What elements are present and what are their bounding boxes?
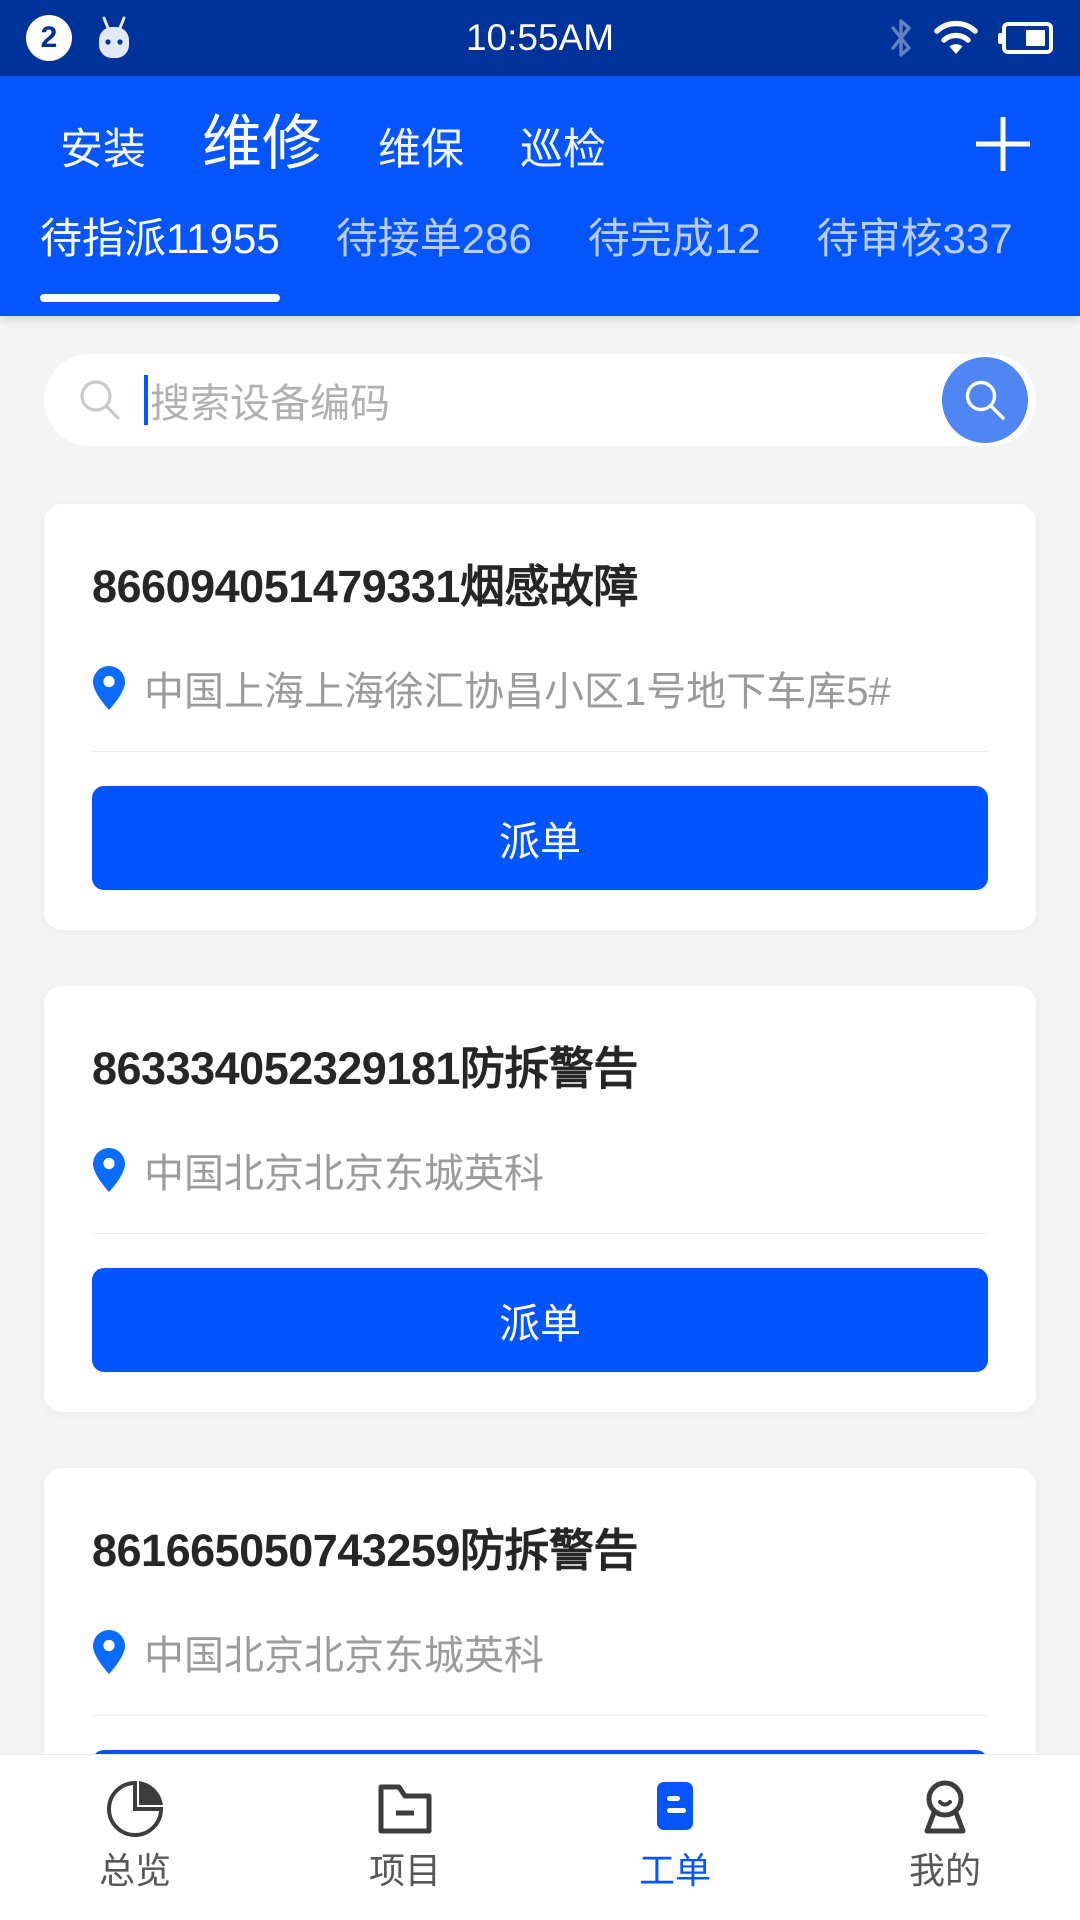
top-nav-item-inspection[interactable]: 巡检 xyxy=(520,129,606,172)
order-location-row: 中国上海上海徐汇协昌小区1号地下车库5# xyxy=(92,659,988,752)
sub-tab-pending-complete[interactable]: 待完成12 xyxy=(588,218,761,282)
app-screen: 2 10:55AM 安装 维修 维保 巡检 待指派11955 待接单286 待完… xyxy=(0,0,1080,1920)
add-button[interactable] xyxy=(960,101,1046,187)
order-title: 863334052329181防拆警告 xyxy=(92,1043,638,1094)
dispatch-button[interactable]: 派单 xyxy=(92,1268,988,1372)
main-content: 搜索设备编码 866094051479331烟感故障 中国上海上海徐汇协昌小区1… xyxy=(0,316,1080,1920)
battery-icon xyxy=(998,21,1054,55)
status-bar-right xyxy=(888,17,1054,59)
status-bar-left: 2 xyxy=(26,15,134,61)
plus-icon xyxy=(970,111,1036,177)
folder-icon xyxy=(373,1777,437,1841)
text-cursor xyxy=(144,375,148,425)
android-robot-icon xyxy=(94,16,134,60)
order-location-row: 中国北京北京东城英科 xyxy=(92,1623,988,1716)
search-input[interactable]: 搜索设备编码 xyxy=(150,371,942,429)
order-list: 866094051479331烟感故障 中国上海上海徐汇协昌小区1号地下车库5#… xyxy=(0,446,1080,1894)
bottom-nav-label: 工单 xyxy=(638,1850,711,1891)
bottom-nav-item-project[interactable]: 项目 xyxy=(270,1777,540,1889)
bottom-nav-item-overview[interactable]: 总览 xyxy=(0,1777,270,1889)
order-location-row: 中国北京北京东城英科 xyxy=(92,1141,988,1234)
top-nav: 安装 维修 维保 巡检 xyxy=(0,82,1080,206)
map-pin-icon xyxy=(92,1629,126,1675)
sub-tab-pending-review[interactable]: 待审核337 xyxy=(816,218,1012,282)
bottom-nav-item-profile[interactable]: 我的 xyxy=(810,1777,1080,1889)
status-bar: 2 10:55AM xyxy=(0,0,1080,76)
sub-tabs: 待指派11955 待接单286 待完成12 待审核337 xyxy=(0,206,1080,316)
top-nav-item-repair[interactable]: 维修 xyxy=(202,114,322,174)
sub-tab-pending-assign[interactable]: 待指派11955 xyxy=(40,218,280,302)
top-nav-items: 安装 维修 维保 巡检 xyxy=(60,114,606,174)
bottom-nav-label: 总览 xyxy=(98,1850,171,1891)
order-title: 866094051479331烟感故障 xyxy=(92,561,638,612)
dispatch-button[interactable]: 派单 xyxy=(92,786,988,890)
order-location: 中国上海上海徐汇协昌小区1号地下车库5# xyxy=(144,670,891,714)
bottom-nav-label: 我的 xyxy=(908,1850,981,1891)
person-icon xyxy=(913,1777,977,1841)
search-icon xyxy=(962,377,1008,423)
bottom-nav: 总览 项目 工单 我的 xyxy=(0,1754,1080,1920)
search-bar[interactable]: 搜索设备编码 xyxy=(44,354,1036,446)
order-location: 中国北京北京东城英科 xyxy=(144,1152,544,1196)
bluetooth-icon xyxy=(888,17,914,59)
bottom-nav-item-work-order[interactable]: 工单 xyxy=(540,1777,810,1889)
pie-chart-icon xyxy=(103,1777,167,1841)
work-order-icon xyxy=(643,1777,707,1841)
top-nav-item-install[interactable]: 安装 xyxy=(60,129,146,172)
search-section: 搜索设备编码 xyxy=(0,316,1080,446)
search-submit-button[interactable] xyxy=(942,357,1028,443)
notification-count-badge: 2 xyxy=(26,15,72,61)
map-pin-icon xyxy=(92,1147,126,1193)
bottom-nav-label: 项目 xyxy=(368,1850,441,1891)
order-title: 861665050743259防拆警告 xyxy=(92,1525,638,1576)
table-row[interactable]: 866094051479331烟感故障 中国上海上海徐汇协昌小区1号地下车库5#… xyxy=(44,504,1036,930)
table-row[interactable]: 863334052329181防拆警告 中国北京北京东城英科 派单 xyxy=(44,986,1036,1412)
search-icon xyxy=(78,378,122,422)
wifi-icon xyxy=(934,20,978,56)
sub-tab-pending-accept[interactable]: 待接单286 xyxy=(336,218,532,282)
top-nav-item-maintenance[interactable]: 维保 xyxy=(378,129,464,172)
map-pin-icon xyxy=(92,665,126,711)
app-header: 安装 维修 维保 巡检 待指派11955 待接单286 待完成12 待审核337 xyxy=(0,76,1080,316)
order-location: 中国北京北京东城英科 xyxy=(144,1634,544,1678)
